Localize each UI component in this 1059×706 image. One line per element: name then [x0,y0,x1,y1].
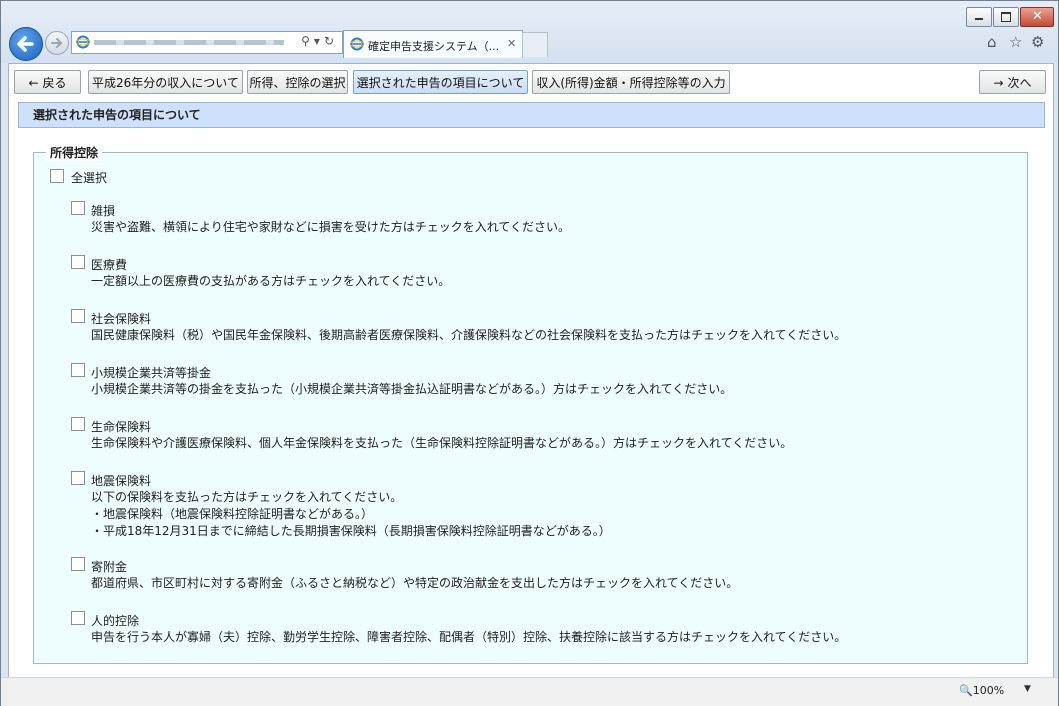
browser-back-button[interactable] [9,27,43,61]
checkbox-donation[interactable] [71,557,85,571]
new-tab-button[interactable] [522,32,548,57]
desc-life-insurance: 生命保険料や介護医療保険料、個人年金保険料を支払った（生命保険料控除証明書などが… [91,436,793,450]
browser-tab[interactable]: 確定申告支援システム（... ✕ [343,30,523,58]
checkbox-medical[interactable] [71,255,85,269]
zoom-icon: 🔍 [959,684,973,697]
close-icon: ✕ [1032,9,1043,24]
maximize-icon [1001,12,1011,22]
desc-zasson: 災害や盗難、横領により住宅や家財などに損害を受けた方はチェックを入れてください。 [91,220,571,234]
desc-earthquake-insurance-2: ・地震保険料（地震保険料控除証明書などがある。） [91,507,374,521]
select-all-label[interactable]: 全選択 [71,169,107,186]
address-bar[interactable]: ⚲▾↻ [71,31,343,54]
ie-logo-icon [350,37,364,51]
desc-personal-deduction: 申告を行う本人が寡婦（夫）控除、勤労学生控除、障害者控除、配偶者（特別）控除、扶… [91,630,847,644]
arrow-right-icon: → [993,76,1004,90]
ie-logo-icon [76,35,90,49]
deductions-fieldset: 所得控除 全選択 雑損 災害や盗難、横領により住宅や家財などに損害を受けた方はチ… [33,144,1028,664]
zoom-level: 100% [972,684,1005,697]
fieldset-legend: 所得控除 [46,144,103,161]
page-content: ← 戻る 平成26年分の収入について 所得、控除の選択 選択された申告の項目につ… [8,63,1054,678]
minimize-icon [975,18,983,20]
zoom-dropdown-icon[interactable]: ▼ [1024,684,1031,694]
label-small-business-mutual[interactable]: 小規模企業共済等掛金 [91,364,211,381]
back-label: 戻る [42,76,67,90]
desc-social-insurance: 国民健康保険料（税）や国民年金保険料、後期高齢者医療保険料、介護保険料などの社会… [91,328,847,342]
back-button[interactable]: ← 戻る [14,70,81,94]
address-tools[interactable]: ⚲▾↻ [301,34,338,48]
checkbox-life-insurance[interactable] [71,417,85,431]
close-window-button[interactable]: ✕ [1020,7,1054,27]
desc-earthquake-insurance-3: ・平成18年12月31日までに締結した長期損害保険料（長期損害保険料控除証明書な… [91,524,611,538]
section-title: 選択された申告の項目について [18,102,1045,128]
status-bar: 🔍100% ▼ [1,677,1058,706]
step-income-button[interactable]: 平成26年分の収入について [88,70,243,94]
checkbox-small-business-mutual[interactable] [71,363,85,377]
step-select-button[interactable]: 所得、控除の選択 [247,70,348,94]
favorites-star-icon[interactable]: ☆ [1009,33,1022,51]
label-zasson[interactable]: 雑損 [91,202,115,219]
zoom-control[interactable]: 🔍100% [959,684,1004,697]
arrow-left-icon [17,36,34,52]
label-social-insurance[interactable]: 社会保険料 [91,310,151,327]
browser-chrome: ✕ ⚲▾↻ 確定申告支援システム（... ✕ ⌂ ☆ ⚙ [1,1,1058,63]
desc-donation: 都道府県、市区町村に対する寄附金（ふるさと納税など）や特定の政治献金を支出した方… [91,576,739,590]
step-navigation: ← 戻る 平成26年分の収入について 所得、控除の選択 選択された申告の項目につ… [9,64,1053,104]
desc-earthquake-insurance-1: 以下の保険料を支払った方はチェックを入れてください。 [91,490,403,504]
label-life-insurance[interactable]: 生命保険料 [91,418,151,435]
maximize-button[interactable] [993,7,1019,27]
browser-forward-button[interactable] [45,31,69,55]
checkbox-social-insurance[interactable] [71,309,85,323]
label-medical[interactable]: 医療費 [91,256,127,273]
desc-medical: 一定額以上の医療費の支払がある方はチェックを入れてください。 [91,274,451,288]
dropdown-icon[interactable]: ▾ [314,34,324,48]
search-icon[interactable]: ⚲ [301,34,314,48]
label-personal-deduction[interactable]: 人的控除 [91,612,139,629]
next-button[interactable]: → 次へ [979,70,1046,94]
arrow-right-icon [51,38,63,48]
desc-small-business-mutual: 小規模企業共済等の掛金を支払った（小規模企業共済等掛金払込証明書などがある。）方… [91,382,733,396]
label-donation[interactable]: 寄附金 [91,558,127,575]
checkbox-personal-deduction[interactable] [71,611,85,625]
select-all-checkbox[interactable] [50,169,64,183]
refresh-icon[interactable]: ↻ [324,34,338,48]
arrow-left-icon: ← [28,76,39,90]
step-selected-items-button[interactable]: 選択された申告の項目について [353,70,528,94]
tab-title: 確定申告支援システム（... [368,40,500,53]
step-amount-input-button[interactable]: 収入(所得)金額・所得控除等の入力 [532,70,730,94]
gear-icon[interactable]: ⚙ [1031,33,1044,51]
checkbox-earthquake-insurance[interactable] [71,471,85,485]
next-label: 次へ [1007,76,1032,90]
close-tab-icon[interactable]: ✕ [507,37,516,50]
checkbox-zasson[interactable] [71,201,85,215]
browser-window: ✕ ⚲▾↻ 確定申告支援システム（... ✕ ⌂ ☆ ⚙ ← 戻る 平成26年分… [0,0,1059,706]
label-earthquake-insurance[interactable]: 地震保険料 [91,472,151,489]
url-text [94,40,284,45]
minimize-button[interactable] [966,7,992,27]
home-icon[interactable]: ⌂ [987,33,997,51]
